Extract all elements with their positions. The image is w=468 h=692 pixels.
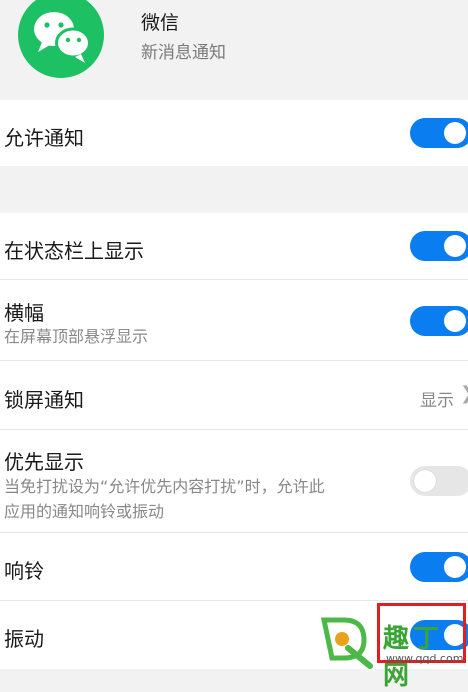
setting-label: 锁屏通知 [4,388,84,412]
chevron-right-icon: ❯ [460,383,468,404]
setting-description: 应用的通知响铃或振动 [4,502,165,521]
setting-label: 在状态栏上显示 [4,239,144,263]
setting-description: 当免打扰设为“允许优先内容打扰”时，允许此 [4,477,325,496]
setting-description: 在屏幕顶部悬浮显示 [4,327,149,346]
toggle-knob [444,310,466,332]
setting-row-priority[interactable]: 优先显示 当免打扰设为“允许优先内容打扰”时，允许此 应用的通知响铃或振动 [0,430,468,533]
setting-row-banner[interactable]: 横幅 在屏幕顶部悬浮显示 [0,280,468,361]
toggle-knob [414,470,436,492]
setting-label: 响铃 [4,559,44,583]
wechat-logo-icon [18,0,104,78]
app-name: 微信 [141,12,180,34]
setting-label: 优先显示 [4,450,84,474]
watermark-logo-icon [320,617,373,669]
setting-row-allow-notifications[interactable]: 允许通知 [0,100,468,166]
toggle-knob [444,122,466,144]
lockscreen-value: 显示 [420,391,454,411]
status-bar-toggle[interactable] [410,231,468,261]
watermark-url: www.qqd.com [386,652,464,665]
setting-label: 允许通知 [4,126,84,150]
setting-row-ringtone[interactable]: 响铃 [0,533,468,601]
setting-row-status-bar[interactable]: 在状态栏上显示 [0,213,468,280]
watermark: 趣丁网 www.qqd.com [318,612,468,691]
toggle-knob [444,556,466,578]
toggle-knob [444,235,466,257]
setting-row-lockscreen[interactable]: 锁屏通知 显示 ❯ [0,361,468,430]
app-header: 微信 新消息通知 [0,0,468,100]
setting-label: 振动 [4,627,44,651]
allow-notifications-toggle[interactable] [410,118,468,148]
page-subtitle: 新消息通知 [141,43,226,63]
ringtone-toggle[interactable] [410,552,468,582]
banner-toggle[interactable] [410,306,468,336]
priority-toggle[interactable] [410,466,468,496]
setting-label: 横幅 [4,301,44,325]
